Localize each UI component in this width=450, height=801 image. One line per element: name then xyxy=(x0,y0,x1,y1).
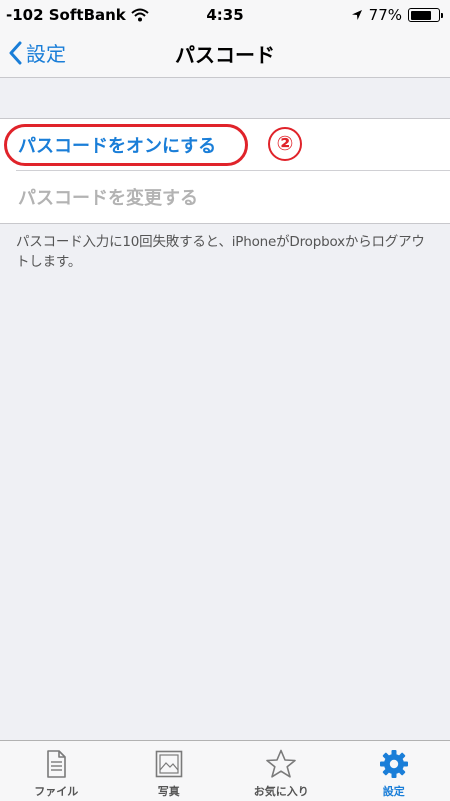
navigation-bar: 設定 パスコード xyxy=(0,30,450,78)
step-number-badge: ② xyxy=(268,127,302,161)
battery-icon xyxy=(408,8,440,22)
tab-photos[interactable]: 写真 xyxy=(113,741,226,801)
tab-bar: ファイル 写真 お気に入り xyxy=(0,740,450,801)
gear-icon xyxy=(378,748,410,780)
star-icon xyxy=(265,748,297,780)
tab-files-label: ファイル xyxy=(34,783,78,799)
battery-fill xyxy=(411,11,432,20)
highlight-oval xyxy=(4,124,248,166)
passcode-settings-group: パスコードをオンにする ② パスコードを変更する xyxy=(0,118,450,224)
tab-settings-label: 設定 xyxy=(383,783,405,799)
status-bar: -102 SoftBank 4:35 77% xyxy=(0,0,450,30)
battery-tip xyxy=(441,13,444,18)
turn-passcode-on-row[interactable]: パスコードをオンにする ② xyxy=(0,119,450,171)
battery-percent: 77% xyxy=(369,6,402,24)
file-icon xyxy=(40,748,72,780)
status-right: 77% xyxy=(351,6,440,24)
page-title: パスコード xyxy=(0,39,450,68)
change-passcode-row: パスコードを変更する xyxy=(0,171,450,223)
tab-favorites[interactable]: お気に入り xyxy=(225,741,338,801)
location-arrow-icon xyxy=(351,9,363,21)
change-passcode-label: パスコードを変更する xyxy=(18,184,198,210)
tab-favorites-label: お気に入り xyxy=(254,783,309,799)
photo-icon xyxy=(153,748,185,780)
passcode-footer-note: パスコード入力に10回失敗すると、iPhoneがDropboxからログアウトしま… xyxy=(16,232,436,272)
tab-files[interactable]: ファイル xyxy=(0,741,113,801)
tab-settings[interactable]: 設定 xyxy=(338,741,450,801)
tab-photos-label: 写真 xyxy=(158,783,180,799)
